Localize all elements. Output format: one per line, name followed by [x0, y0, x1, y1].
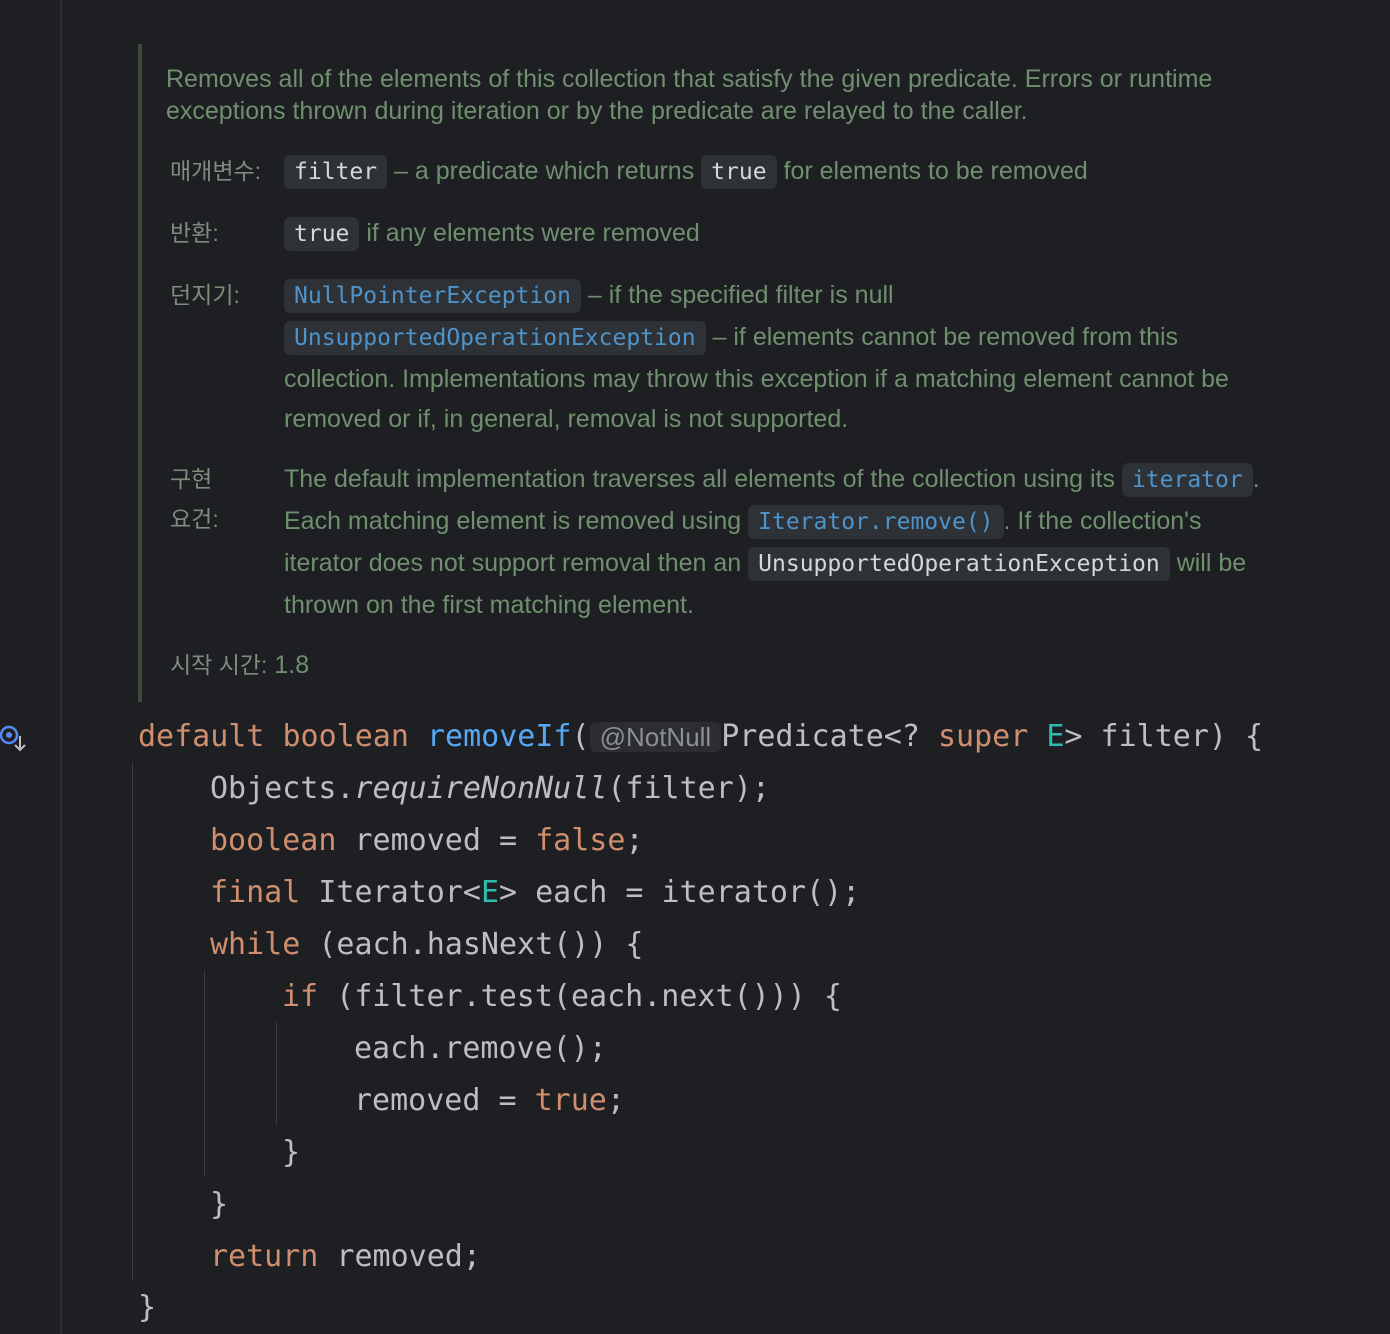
javadoc-left-bar — [138, 44, 142, 702]
doc-throws-line-2: UnsupportedOperationException – if eleme… — [284, 316, 1178, 358]
code-line-8[interactable]: } — [282, 1127, 300, 1179]
doc-params-body: filter – a predicate which returns true … — [284, 150, 1088, 192]
uoe-chip: UnsupportedOperationException — [748, 547, 1170, 581]
true-chip: true — [701, 155, 777, 189]
overrides-method-icon[interactable] — [0, 722, 32, 754]
doc-throws-line-1: NullPointerException – if the specified … — [284, 274, 894, 316]
code-line-3[interactable]: final Iterator<E> each = iterator(); — [210, 867, 860, 919]
doc-impl-line-2: Each matching element is removed using I… — [284, 500, 1201, 542]
code-line-11[interactable]: } — [138, 1282, 156, 1334]
indent-guide-3 — [276, 1022, 277, 1124]
indent-guide-2 — [204, 970, 205, 1176]
code-line-4[interactable]: while (each.hasNext()) { — [210, 919, 643, 971]
doc-impl-line-3: iterator does not support removal then a… — [284, 542, 1246, 584]
doc-impl-line-1: The default implementation traverses all… — [284, 458, 1260, 500]
doc-throws-line-4: removed or if, in general, removal is no… — [284, 405, 849, 433]
javadoc-popup: Removes all of the elements of this coll… — [138, 44, 1390, 702]
doc-returns-body: true if any elements were removed — [284, 212, 700, 254]
doc-throws-line-3: collection. Implementations may throw th… — [284, 365, 1229, 393]
doc-impl-label-1: 구현 — [170, 466, 213, 492]
doc-since-value: 1.8 — [267, 651, 310, 679]
indent-guide-1 — [132, 762, 133, 1280]
code-line-6[interactable]: each.remove(); — [354, 1023, 607, 1075]
doc-returns-label: 반환: — [170, 220, 219, 246]
doc-params-label: 매개변수: — [170, 158, 262, 184]
gutter-divider — [60, 0, 62, 1334]
doc-impl-label-2: 요건: — [170, 506, 219, 532]
iterator-remove-link[interactable]: Iterator.remove() — [748, 505, 1004, 539]
method-signature[interactable]: default boolean removeIf(@NotNull Predica… — [138, 711, 1263, 763]
code-line-10[interactable]: return removed; — [210, 1231, 481, 1283]
code-line-2[interactable]: boolean removed = false; — [210, 815, 644, 867]
doc-impl-line-4: thrown on the first matching element. — [284, 591, 694, 619]
doc-summary-line-2: exceptions thrown during iteration or by… — [166, 97, 1028, 125]
npe-link[interactable]: NullPointerException — [284, 279, 581, 313]
code-line-1[interactable]: Objects.requireNonNull(filter); — [210, 763, 770, 815]
uoe-link[interactable]: UnsupportedOperationException — [284, 321, 706, 355]
doc-throws-label: 던지기: — [170, 282, 240, 308]
doc-since: 시작 시간: 1.8 — [170, 651, 310, 679]
iterator-link[interactable]: iterator — [1121, 463, 1253, 497]
param-filter-chip: filter — [284, 155, 388, 189]
returns-true-chip: true — [284, 217, 360, 251]
code-line-9[interactable]: } — [210, 1179, 228, 1231]
notnull-annotation-hint: @NotNull — [589, 722, 722, 752]
code-line-7[interactable]: removed = true; — [354, 1075, 625, 1127]
doc-summary-line-1: Removes all of the elements of this coll… — [166, 65, 1213, 93]
method-name: removeIf — [427, 719, 572, 754]
code-line-5[interactable]: if (filter.test(each.next())) { — [282, 971, 842, 1023]
